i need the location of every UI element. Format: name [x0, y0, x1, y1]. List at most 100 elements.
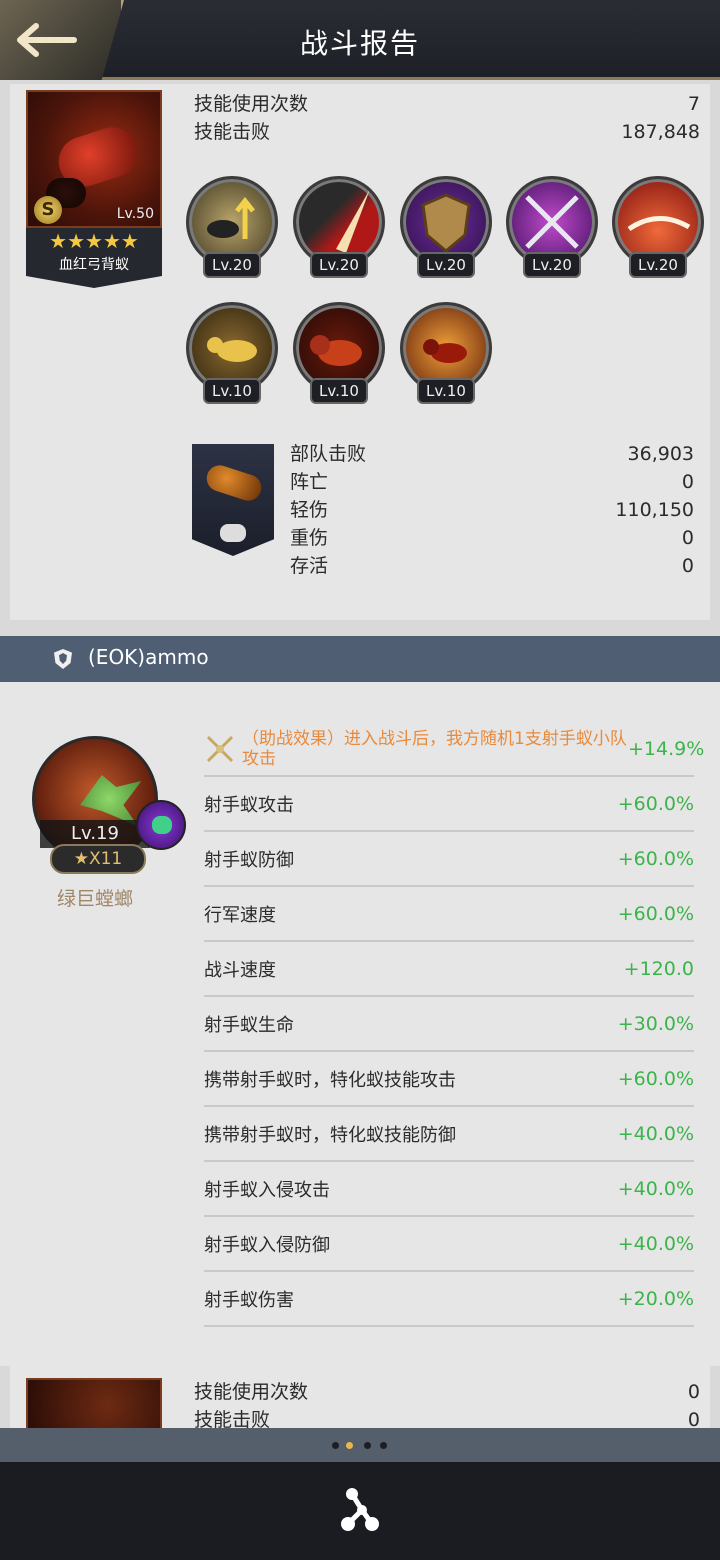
bonus-row: 行军速度 +60.0% [204, 887, 694, 942]
troop-portrait[interactable] [192, 444, 274, 556]
stat-row: 轻伤 110,150 [290, 496, 694, 524]
skill-level: Lv.20 [203, 252, 261, 278]
bonus-value: +20.0% [617, 1287, 694, 1310]
bonus-label: 射手蚁防御 [204, 849, 294, 871]
skill-slot-8[interactable]: Lv.10 [400, 302, 496, 412]
bonus-value: +30.0% [617, 1012, 694, 1035]
beetle-pet-icon [136, 800, 186, 850]
bonus-label: 行军速度 [204, 904, 276, 926]
skill-level: Lv.10 [310, 378, 368, 404]
share-nodes-icon[interactable] [338, 1484, 382, 1536]
grade-badge: S [34, 196, 62, 224]
skill-level: Lv.20 [629, 252, 687, 278]
stat-label: 部队击败 [290, 443, 367, 465]
stat-value: 0 [681, 471, 694, 493]
special-bonus-row: （助战效果）进入战斗后，我方随机1支射手蚁小队攻击 +14.9% [204, 722, 704, 777]
stat-row: 技能使用次数 7 [194, 90, 700, 118]
top-bar: 战斗报告 [0, 0, 720, 80]
skill-stats: 技能使用次数 7 技能击败 187,848 [194, 90, 700, 146]
mantis-bonus-card: Lv.19 ★X11 绿巨螳螂 （助战效果）进入战斗后，我方随机1支射手蚁小队攻… [0, 682, 720, 1366]
bonus-list: （助战效果）进入战斗后，我方随机1支射手蚁小队攻击 +14.9% 射手蚁攻击 +6… [204, 722, 704, 1327]
bonus-label: 射手蚁生命 [204, 1014, 294, 1036]
hero-portrait[interactable] [26, 1378, 162, 1428]
mantis-count-badge: ★X11 [50, 844, 146, 874]
bonus-label: 射手蚁入侵攻击 [204, 1179, 330, 1201]
skill-slot-7[interactable]: Lv.10 [293, 302, 389, 412]
stat-row: 部队击败 36,903 [290, 440, 694, 468]
bonus-row: 射手蚁生命 +30.0% [204, 997, 694, 1052]
skill-slot-3[interactable]: Lv.20 [400, 176, 496, 286]
stat-label: 技能击败 [194, 1409, 271, 1428]
skill-stats: 技能使用次数 0 技能击败 0 [194, 1378, 700, 1428]
skill-slot-2[interactable]: Lv.20 [293, 176, 389, 286]
next-report-card: 技能使用次数 0 技能击败 0 [10, 1364, 710, 1428]
hero-level: Lv.50 [116, 206, 154, 222]
stat-value: 7 [687, 93, 700, 115]
hero-report-card: S Lv.50 ★★★★★ 血红弓背蚁 技能使用次数 7 技能击败 187,84… [10, 84, 710, 620]
mantis-portrait[interactable]: Lv.19 ★X11 绿巨螳螂 [20, 734, 192, 914]
page-dot[interactable] [364, 1442, 371, 1449]
bonus-value: +60.0% [617, 792, 694, 815]
stat-label: 存活 [290, 555, 329, 577]
stat-value: 110,150 [615, 499, 694, 521]
stat-label: 技能击败 [194, 121, 271, 143]
page-dot-active[interactable] [346, 1442, 353, 1449]
bonus-label: 携带射手蚁时，特化蚁技能攻击 [204, 1069, 456, 1091]
skill-slot-6[interactable]: Lv.10 [186, 302, 282, 412]
skill-level: Lv.20 [417, 252, 475, 278]
stat-value: 0 [681, 527, 694, 549]
bonus-value: +40.0% [617, 1122, 694, 1145]
stat-row: 重伤 0 [290, 524, 694, 552]
bonus-value: +120.0 [623, 957, 694, 980]
stat-label: 重伤 [290, 527, 329, 549]
alliance-bar[interactable]: (EOK)ammo [0, 636, 720, 682]
shield-icon [54, 649, 72, 669]
skill-slot-1[interactable]: Lv.20 [186, 176, 282, 286]
bonus-label: 射手蚁入侵防御 [204, 1234, 330, 1256]
stat-value: 0 [687, 1409, 700, 1428]
page-dot[interactable] [380, 1442, 387, 1449]
bonus-row: 射手蚁入侵攻击 +40.0% [204, 1162, 694, 1217]
archer-emblem-icon [220, 524, 246, 542]
hero-name: 血红弓背蚁 [59, 257, 129, 273]
bonus-row: 携带射手蚁时，特化蚁技能攻击 +60.0% [204, 1052, 694, 1107]
skill-level: Lv.20 [310, 252, 368, 278]
stat-row: 阵亡 0 [290, 468, 694, 496]
stat-value: 0 [681, 555, 694, 577]
skill-slot-5[interactable]: Lv.20 [612, 176, 708, 286]
bonus-value: +14.9% [628, 737, 705, 760]
hero-portrait[interactable]: S Lv.50 ★★★★★ 血红弓背蚁 [26, 90, 162, 288]
skill-level: Lv.10 [417, 378, 475, 404]
hero-banner: ★★★★★ 血红弓背蚁 [26, 228, 162, 288]
bonus-row: 携带射手蚁时，特化蚁技能防御 +40.0% [204, 1107, 694, 1162]
bonus-label: 射手蚁攻击 [204, 794, 294, 816]
page-dot[interactable] [332, 1442, 339, 1449]
stat-label: 轻伤 [290, 499, 329, 521]
skill-slot-4[interactable]: Lv.20 [506, 176, 602, 286]
stat-value: 0 [687, 1381, 700, 1403]
stat-row: 技能使用次数 0 [194, 1378, 700, 1406]
bonus-row: 射手蚁攻击 +60.0% [204, 777, 694, 832]
stat-label: 技能使用次数 [194, 93, 309, 115]
alliance-name: (EOK)ammo [88, 645, 209, 669]
skill-level: Lv.10 [203, 378, 261, 404]
stat-value: 187,848 [621, 121, 700, 143]
hero-image: S Lv.50 [26, 90, 162, 228]
bonus-label: 射手蚁伤害 [204, 1289, 294, 1311]
bonus-row: 射手蚁伤害 +20.0% [204, 1272, 694, 1327]
bonus-label: 战斗速度 [204, 959, 276, 981]
skill-level: Lv.20 [523, 252, 581, 278]
bonus-label: 携带射手蚁时，特化蚁技能防御 [204, 1124, 456, 1146]
stat-value: 36,903 [627, 443, 694, 465]
page-indicator [0, 1428, 720, 1462]
mantis-name: 绿巨螳螂 [56, 888, 133, 910]
bonus-row: 射手蚁防御 +60.0% [204, 832, 694, 887]
stat-row: 技能击败 187,848 [194, 118, 700, 146]
troop-stats: 部队击败 36,903 阵亡 0 轻伤 110,150 重伤 0 存活 0 [290, 440, 694, 580]
bottom-bar [0, 1462, 720, 1560]
bonus-value: +60.0% [617, 902, 694, 925]
page-title: 战斗报告 [299, 27, 420, 60]
bonus-value: +40.0% [617, 1232, 694, 1255]
star-rating: ★★★★★ [49, 229, 139, 253]
bonus-value: +60.0% [617, 1067, 694, 1090]
